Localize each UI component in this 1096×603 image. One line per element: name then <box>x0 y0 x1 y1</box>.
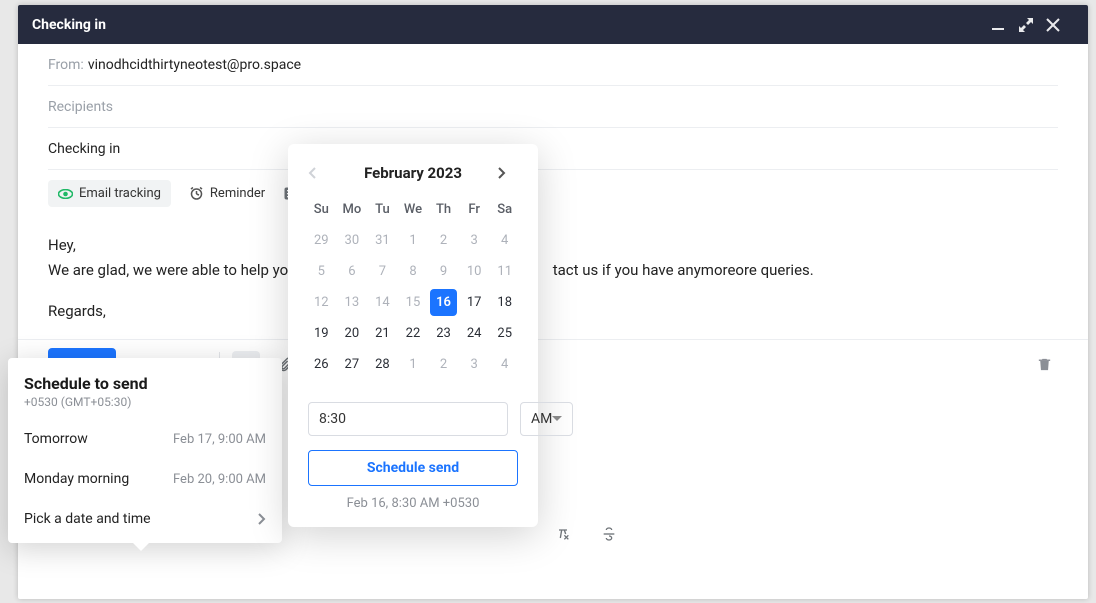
message-body[interactable]: Hey, We are glad, we were able to help y… <box>18 217 1088 339</box>
schedule-pick-datetime[interactable]: Pick a date and time <box>8 499 282 539</box>
calendar-day[interactable]: 19 <box>308 320 335 347</box>
subject-row[interactable]: Checking in <box>48 128 1058 170</box>
calendar-day: 1 <box>400 227 427 254</box>
chevron-right-icon <box>258 513 266 525</box>
calendar-day: 13 <box>339 289 366 316</box>
calendar-day: 10 <box>461 258 488 285</box>
reminder-option[interactable]: Reminder <box>189 186 265 201</box>
schedule-popover: Schedule to send +0530 (GMT+05:30) Tomor… <box>8 358 282 543</box>
schedule-option-label: Monday morning <box>24 471 129 487</box>
calendar-day: 7 <box>369 258 396 285</box>
body-line: Hey, <box>48 233 1058 258</box>
strikethrough-icon[interactable] <box>595 520 623 548</box>
ampm-value: AM <box>531 411 552 427</box>
clear-format-icon[interactable] <box>549 520 577 548</box>
time-input[interactable] <box>308 402 508 436</box>
calendar-day[interactable]: 26 <box>308 351 335 378</box>
calendar-day: 31 <box>369 227 396 254</box>
recipients-row[interactable]: Recipients <box>48 86 1058 128</box>
reminder-label: Reminder <box>210 186 265 201</box>
calendar-day[interactable]: 16 <box>430 289 457 316</box>
prev-month-icon[interactable] <box>308 167 328 179</box>
format-toolbar-overflow <box>549 520 623 548</box>
calendar-day: 6 <box>339 258 366 285</box>
calendar-title: February 2023 <box>364 164 462 182</box>
calendar-day[interactable]: 1 <box>400 351 427 378</box>
header-fields: From: vinodhcidthirtyneotest@pro.space R… <box>18 44 1088 217</box>
subject-value: Checking in <box>48 141 120 157</box>
calendar-day[interactable]: 24 <box>461 320 488 347</box>
email-tracking-chip[interactable]: Email tracking <box>48 180 171 207</box>
calendar-dow: Mo <box>339 196 366 223</box>
calendar-day: 2 <box>430 227 457 254</box>
calendar-day: 5 <box>308 258 335 285</box>
calendar-day: 3 <box>461 227 488 254</box>
calendar-day[interactable]: 21 <box>369 320 396 347</box>
schedule-send-button[interactable]: Schedule send <box>308 450 518 486</box>
schedule-pick-label: Pick a date and time <box>24 511 151 527</box>
calendar-day: 9 <box>430 258 457 285</box>
calendar-day: 12 <box>308 289 335 316</box>
calendar-dow: Fr <box>461 196 488 223</box>
from-label: From: <box>48 57 84 73</box>
calendar-day: 30 <box>339 227 366 254</box>
email-tracking-label: Email tracking <box>79 186 161 201</box>
calendar-day[interactable]: 17 <box>461 289 488 316</box>
recipients-placeholder: Recipients <box>48 99 113 115</box>
calendar-dow: Tu <box>369 196 396 223</box>
minimize-icon[interactable] <box>990 17 1018 33</box>
window-title: Checking in <box>32 17 106 33</box>
calendar-day[interactable]: 3 <box>461 351 488 378</box>
chevron-down-icon <box>552 414 562 424</box>
schedule-summary: Feb 16, 8:30 AM +0530 <box>308 496 518 511</box>
calendar-day: 4 <box>491 227 518 254</box>
schedule-option-time: Feb 17, 9:00 AM <box>173 432 266 447</box>
schedule-option-monday[interactable]: Monday morning Feb 20, 9:00 AM <box>8 459 282 499</box>
calendar-day: 14 <box>369 289 396 316</box>
alarm-icon <box>189 186 204 201</box>
calendar-dow: Su <box>308 196 335 223</box>
expand-icon[interactable] <box>1018 17 1046 33</box>
schedule-option-tomorrow[interactable]: Tomorrow Feb 17, 9:00 AM <box>8 419 282 459</box>
calendar-day: 29 <box>308 227 335 254</box>
schedule-timezone: +0530 (GMT+05:30) <box>8 395 282 419</box>
calendar-day[interactable]: 20 <box>339 320 366 347</box>
calendar-dow: We <box>400 196 427 223</box>
from-row[interactable]: From: vinodhcidthirtyneotest@pro.space <box>48 44 1058 86</box>
body-line: Regards, <box>48 299 1058 324</box>
calendar-day[interactable]: 22 <box>400 320 427 347</box>
calendar-day[interactable]: 28 <box>369 351 396 378</box>
calendar-dow: Sa <box>491 196 518 223</box>
calendar-day: 11 <box>491 258 518 285</box>
options-row: Email tracking Reminder <box>48 170 1058 217</box>
calendar-day[interactable]: 18 <box>491 289 518 316</box>
delete-icon[interactable] <box>1030 351 1058 379</box>
schedule-heading: Schedule to send <box>8 374 282 395</box>
calendar-day[interactable]: 23 <box>430 320 457 347</box>
calendar-grid: SuMoTuWeThFrSa29303112345678910111213141… <box>308 196 518 378</box>
close-icon[interactable] <box>1046 18 1074 32</box>
calendar-dow: Th <box>430 196 457 223</box>
calendar-day[interactable]: 27 <box>339 351 366 378</box>
from-value: vinodhcidthirtyneotest@pro.space <box>88 57 301 73</box>
datepicker-popover: February 2023 SuMoTuWeThFrSa293031123456… <box>288 144 538 527</box>
titlebar: Checking in <box>18 5 1088 44</box>
next-month-icon[interactable] <box>498 167 518 179</box>
calendar-day[interactable]: 25 <box>491 320 518 347</box>
schedule-option-label: Tomorrow <box>24 431 88 447</box>
schedule-option-time: Feb 20, 9:00 AM <box>173 472 266 487</box>
eye-icon <box>58 189 73 199</box>
calendar-day[interactable]: 4 <box>491 351 518 378</box>
ampm-select[interactable]: AM <box>520 402 573 436</box>
calendar-day: 8 <box>400 258 427 285</box>
calendar-day: 15 <box>400 289 427 316</box>
calendar-day[interactable]: 2 <box>430 351 457 378</box>
body-line: We are glad, we were able to help you r … <box>48 258 1058 283</box>
